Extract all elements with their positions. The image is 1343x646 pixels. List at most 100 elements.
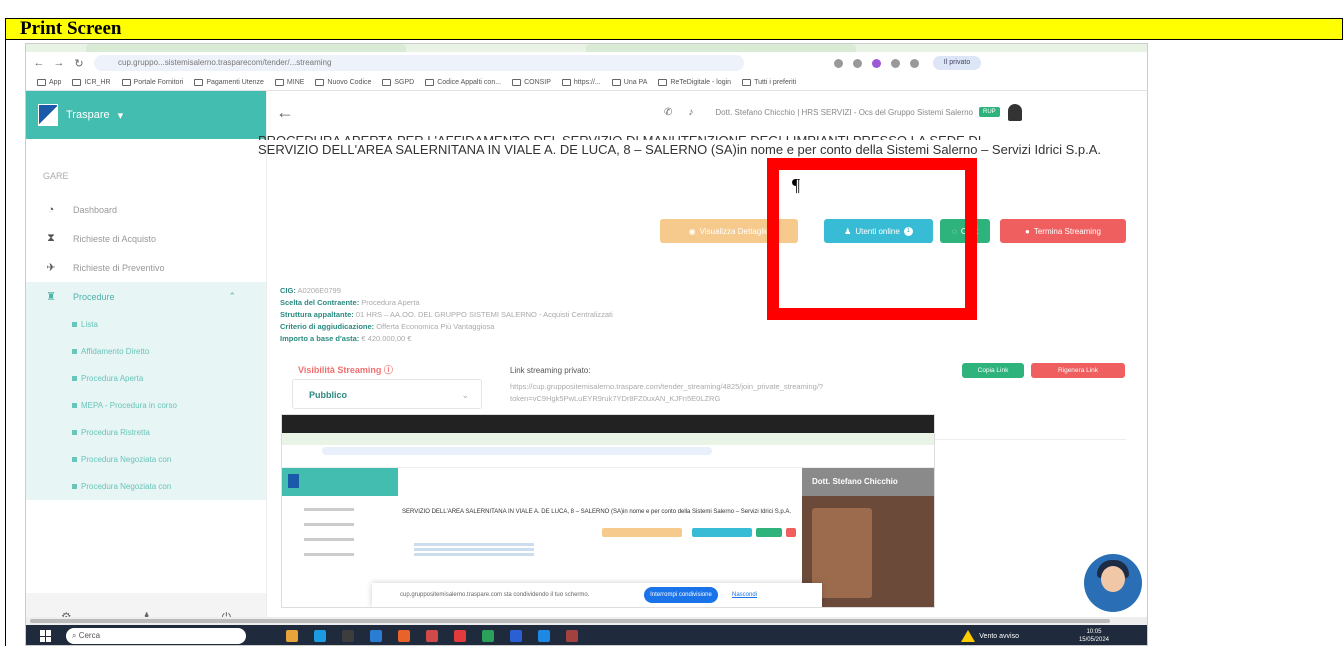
extension-icon[interactable] <box>872 58 881 68</box>
taskbar-app-icon[interactable] <box>482 630 494 642</box>
bookmark[interactable]: Tutti i preferiti <box>742 78 796 86</box>
sidebar-item-richieste-preventivo[interactable]: ✈ Richieste di Preventivo <box>26 253 266 282</box>
preview-line <box>304 538 354 541</box>
preview-button <box>692 528 752 537</box>
detail-row: CIG: A0206E0799 <box>280 286 341 295</box>
top-bar: ← ✆ ♪ Dott. Stefano Chicchio | HRS SERVI… <box>266 91 1147 133</box>
sidebar-subitem[interactable]: MEPA - Procedura in corso <box>26 392 266 419</box>
extension-icon[interactable] <box>910 58 919 68</box>
preview-brand <box>282 468 398 496</box>
forward-arrow-icon[interactable]: → <box>52 57 66 69</box>
screenshot: ← → ↻ cup.gruppo...sistemisalerno.traspa… <box>25 43 1148 646</box>
preview-line <box>304 508 354 511</box>
sidebar-items: ◔ Dashboard ⧗ Richieste di Acquisto ✈ Richi… <box>26 195 266 500</box>
taskbar-app-icon[interactable] <box>342 630 354 642</box>
scrollbar-thumb[interactable] <box>30 619 1110 623</box>
taskbar-app-icon[interactable] <box>454 630 466 642</box>
folder-icon <box>561 78 571 86</box>
bookmark[interactable]: App <box>37 78 61 86</box>
bookmark[interactable]: SGPD <box>382 78 414 86</box>
user-name[interactable]: Dott. Stefano Chicchio | HRS SERVIZI - O… <box>715 108 973 117</box>
bookmark[interactable]: Codice Appalti con... <box>425 78 501 86</box>
sidebar-subitem[interactable]: Procedura Negoziata con <box>26 446 266 473</box>
bookmark[interactable]: Pagamenti Utenze <box>194 78 264 86</box>
page-title-cut-line: PROCEDURA APERTA PER L'AFFIDAMENTO DEL S… <box>258 131 1146 140</box>
detail-row: Scelta del Contraente: Procedura Aperta <box>280 298 420 307</box>
clock[interactable]: 10:05 15/05/2024 <box>1079 628 1109 644</box>
preview-line <box>414 548 534 551</box>
detail-row: Importo a base d'asta: € 420.000,00 € <box>280 334 412 343</box>
copy-link-button[interactable]: Copia Link <box>962 363 1024 378</box>
sidebar-item-procedure[interactable]: ♜ Procedure ⌃ <box>26 282 266 311</box>
extension-icons <box>834 58 919 68</box>
square-icon <box>72 484 77 489</box>
taskbar-app-icon[interactable] <box>566 630 578 642</box>
back-arrow-icon[interactable]: ← <box>276 102 294 123</box>
screen-share-banner: cup.gruppositemisalerno.traspare.com sta… <box>372 583 822 607</box>
tender-details: CIG: A0206E0799 Scelta del Contraente: P… <box>280 285 613 345</box>
extension-icon[interactable] <box>853 58 862 68</box>
hourglass-icon: ⧗ <box>47 232 55 244</box>
preview-button <box>602 528 682 537</box>
bookmark[interactable]: Una PA <box>611 78 647 86</box>
doc-header: Print Screen <box>5 18 1343 40</box>
preview-bookmarks <box>282 457 934 468</box>
terminate-streaming-button[interactable]: ● Termina Streaming <box>1000 219 1126 243</box>
taskbar-app-icon[interactable] <box>510 630 522 642</box>
sidebar-subitem[interactable]: Procedura Ristretta <box>26 419 266 446</box>
folder-icon <box>611 78 621 86</box>
sidebar-item-dashboard[interactable]: ◔ Dashboard <box>26 195 266 224</box>
assistant-avatar[interactable] <box>1084 554 1142 612</box>
taskbar-search[interactable]: ⌕ Cerca <box>66 628 246 644</box>
weather-widget[interactable]: Vento avviso <box>961 630 1019 642</box>
bookmark[interactable]: https://... <box>561 78 601 86</box>
bookmark[interactable]: Portale Fornitori <box>121 78 183 86</box>
info-icon[interactable]: ⓘ <box>384 365 393 375</box>
reload-icon[interactable]: ↻ <box>72 57 86 70</box>
phone-icon[interactable]: ✆ <box>664 107 672 118</box>
avatar[interactable] <box>1007 103 1022 121</box>
bookmark[interactable]: Nuovo Codice <box>315 78 371 86</box>
taskbar-app-icon[interactable] <box>538 630 550 642</box>
visibility-select[interactable]: Pubblico ⌄ <box>292 379 482 409</box>
url-bar[interactable]: cup.gruppo...sistemisalerno.trasparecom/… <box>94 55 744 71</box>
folder-icon <box>72 78 82 86</box>
folder-icon <box>658 78 668 86</box>
sidebar-subitem[interactable]: Procedura Aperta <box>26 365 266 392</box>
bookmark[interactable]: ReTeDigitale - login <box>658 78 731 86</box>
brand[interactable]: Traspare ▾ <box>26 91 266 139</box>
extension-icon[interactable] <box>834 58 843 68</box>
taskbar-app-icon[interactable] <box>286 630 298 642</box>
sidebar-subitem[interactable]: Lista <box>26 311 266 338</box>
taskbar-app-icon[interactable] <box>398 630 410 642</box>
taskbar-app-icon[interactable] <box>370 630 382 642</box>
windows-start-icon[interactable] <box>40 630 52 642</box>
stop-icon: ● <box>1025 226 1030 236</box>
bookmark[interactable]: CONSIP <box>512 78 551 86</box>
taskbar-app-icon[interactable] <box>426 630 438 642</box>
regenerate-link-button[interactable]: Rigenera Link <box>1031 363 1125 378</box>
browser-tab[interactable] <box>86 44 406 52</box>
private-link-url[interactable]: https://cup.gruppositemisalerno.traspare… <box>510 381 980 405</box>
profile-button[interactable]: Il privato <box>933 56 981 70</box>
stop-sharing-button[interactable]: Interrompi condivisione <box>644 587 718 603</box>
detail-row: Criterio di aggiudicazione: Offerta Econ… <box>280 322 495 331</box>
bookmark[interactable]: ICR_HR <box>72 78 111 86</box>
horizontal-scrollbar[interactable] <box>26 617 1147 625</box>
private-link-label: Link streaming privato: <box>510 366 591 375</box>
sidebar-subitem[interactable]: Procedura Negoziata con <box>26 473 266 500</box>
folder-icon <box>512 78 522 86</box>
sidebar-subitem[interactable]: Affidamento Diretto <box>26 338 266 365</box>
extension-icon[interactable] <box>891 58 900 68</box>
hide-link[interactable]: Nascondi <box>732 583 757 607</box>
browser-tab[interactable] <box>586 44 856 52</box>
folder-icon <box>274 78 284 86</box>
back-arrow-icon[interactable]: ← <box>32 57 46 69</box>
folder-icon <box>425 78 435 86</box>
taskbar-app-icon[interactable] <box>314 630 326 642</box>
bell-icon[interactable]: ♪ <box>688 107 693 118</box>
bookmark[interactable]: MINE <box>274 78 304 86</box>
sidebar-item-richieste-acquisto[interactable]: ⧗ Richieste di Acquisto <box>26 224 266 253</box>
folder-icon <box>194 78 204 86</box>
preview-address-row <box>282 445 934 457</box>
